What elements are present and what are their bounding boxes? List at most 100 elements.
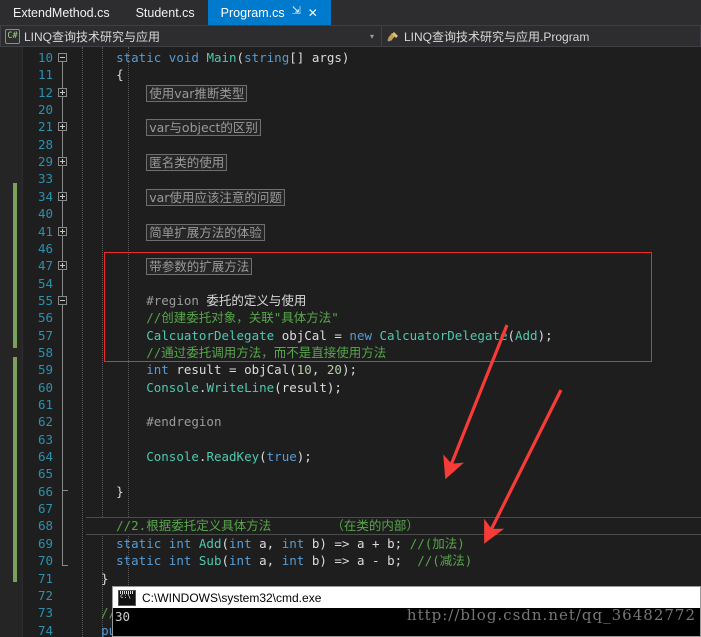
tab-extendmethod[interactable]: ExtendMethod.cs (0, 0, 123, 25)
change-marker (13, 357, 17, 582)
fold-expand-icon[interactable] (58, 157, 67, 167)
collapsed-region-chip[interactable]: 简单扩展方法的体验 (146, 223, 265, 241)
editor-left-margin (0, 47, 23, 637)
line-number: 40 (37, 206, 53, 222)
collapsed-region-line[interactable]: 简单扩展方法的体验 (86, 223, 265, 241)
line-number: 66 (37, 483, 53, 499)
line-number: 41 (37, 223, 53, 239)
line-number: 69 (37, 535, 53, 551)
close-icon[interactable]: ✕ (308, 7, 318, 19)
line-number: 68 (37, 518, 53, 534)
line-number: 62 (37, 414, 53, 430)
line-number: 12 (37, 84, 53, 100)
line-number: 63 (37, 431, 53, 447)
tab-label: Student.cs (135, 5, 195, 20)
code-line[interactable]: { (86, 66, 124, 83)
namespace-dropdown[interactable]: C# LINQ查询技术研究与应用 ▾ (0, 25, 382, 47)
line-number: 70 (37, 553, 53, 569)
pin-icon[interactable]: ⇲ (292, 6, 301, 17)
code-line[interactable]: Console.WriteLine(result); (86, 379, 342, 396)
line-number: 74 (37, 622, 53, 637)
line-number: 20 (37, 102, 53, 118)
code-line[interactable]: int result = objCal(10, 20); (86, 361, 357, 378)
cmd-icon (118, 589, 136, 606)
collapsed-region-chip[interactable]: 匿名类的使用 (146, 154, 228, 172)
line-number-gutter: 10 11 12 20 21 28 29 33 34 40 41 46 47 54 55 56 57 58 59 60… (22, 47, 58, 637)
fold-expand-icon[interactable] (58, 87, 67, 97)
code-line[interactable]: CalcuatorDelegate objCal = new Calcuator… (86, 327, 552, 344)
csharp-icon: C# (5, 28, 20, 44)
chevron-down-icon[interactable]: ▾ (370, 32, 377, 41)
line-number: 72 (37, 587, 53, 603)
line-number: 47 (37, 258, 53, 274)
line-number: 54 (37, 275, 53, 291)
collapsed-region-chip[interactable]: var使用应该注意的问题 (146, 188, 285, 206)
tab-student[interactable]: Student.cs (122, 0, 208, 25)
console-title-text: C:\WINDOWS\system32\cmd.exe (142, 590, 322, 605)
fold-expand-icon[interactable] (58, 226, 67, 236)
collapsed-region-line[interactable]: 使用var推断类型 (86, 84, 248, 102)
type-dropdown[interactable]: LINQ查询技术研究与应用.Program (382, 25, 701, 47)
code-line[interactable]: //2.根据委托定义具体方法 （在类的内部） (86, 517, 419, 534)
namespace-label: LINQ查询技术研究与应用 (24, 29, 161, 44)
line-number: 10 (37, 50, 53, 65)
collapsed-region-chip[interactable]: 带参数的扩展方法 (146, 258, 253, 276)
line-number: 57 (37, 327, 53, 343)
cmd-console-window[interactable]: C:\WINDOWS\system32\cmd.exe 30 (112, 586, 701, 637)
line-number: 56 (37, 310, 53, 326)
tab-label: ExtendMethod.cs (13, 5, 110, 20)
console-output: 30 (113, 608, 700, 636)
collapsed-region-chip[interactable]: var与object的区别 (146, 119, 261, 137)
navigation-bar: C# LINQ查询技术研究与应用 ▾ LINQ查询技术研究与应用.Program (0, 25, 701, 48)
line-number: 11 (37, 67, 53, 83)
line-number: 46 (37, 240, 53, 256)
line-number: 34 (37, 188, 53, 204)
editor-tab-bar: ExtendMethod.cs Student.cs Program.cs ⇲ … (0, 0, 701, 25)
line-number: 61 (37, 397, 53, 412)
line-number: 65 (37, 466, 53, 482)
method-icon (386, 30, 400, 43)
console-title-bar: C:\WINDOWS\system32\cmd.exe (113, 587, 700, 608)
line-number: 73 (37, 605, 53, 621)
collapsed-region-line[interactable]: 匿名类的使用 (86, 153, 228, 172)
line-number: 29 (37, 154, 53, 170)
visual-studio-window: ExtendMethod.cs Student.cs Program.cs ⇲ … (0, 0, 701, 637)
fold-expand-icon[interactable] (58, 261, 67, 271)
code-line[interactable]: static int Sub(int a, int b) => a - b; /… (86, 552, 472, 569)
code-editor[interactable]: 10 11 12 20 21 28 29 33 34 40 41 46 47 54 55 56 57 58 59 60… (0, 47, 701, 637)
code-content[interactable]: static void Main(string[] args) { 使用var推… (86, 47, 701, 637)
collapsed-region-chip[interactable]: 使用var推断类型 (146, 84, 248, 102)
line-number: 55 (37, 292, 53, 308)
code-line[interactable]: #endregion (86, 413, 221, 430)
collapsed-region-line[interactable]: var使用应该注意的问题 (86, 188, 285, 206)
fold-expand-icon[interactable] (58, 191, 67, 201)
fold-collapse-icon[interactable] (58, 295, 67, 305)
code-line[interactable]: //创建委托对象，关联"具体方法" (86, 309, 339, 326)
change-marker (13, 183, 17, 348)
line-number: 33 (37, 171, 53, 187)
tab-label: Program.cs (220, 5, 285, 20)
collapsed-region-line[interactable]: 带参数的扩展方法 (86, 257, 253, 276)
line-number: 60 (37, 379, 53, 395)
line-number: 28 (37, 136, 53, 152)
line-number: 58 (37, 344, 53, 360)
tab-bar-filler (330, 0, 701, 25)
fold-collapse-icon[interactable] (58, 53, 67, 62)
fold-expand-icon[interactable] (58, 122, 67, 132)
fold-column[interactable] (58, 47, 86, 637)
code-line[interactable]: } (86, 570, 109, 587)
line-number: 64 (37, 449, 53, 465)
tab-program[interactable]: Program.cs ⇲ ✕ (207, 0, 331, 25)
line-number: 71 (37, 570, 53, 586)
code-line[interactable]: static void Main(string[] args) (86, 49, 349, 66)
type-label: LINQ查询技术研究与应用.Program (404, 29, 590, 44)
collapsed-region-line[interactable]: var与object的区别 (86, 118, 261, 137)
code-line[interactable]: #region 委托的定义与使用 (86, 292, 306, 309)
code-line[interactable]: Console.ReadKey(true); (86, 448, 312, 465)
line-number: 21 (37, 119, 53, 135)
code-line[interactable]: static int Add(int a, int b) => a + b; /… (86, 535, 465, 552)
code-line[interactable]: } (86, 483, 124, 500)
code-line[interactable]: //通过委托调用方法，而不是直接使用方法 (86, 344, 386, 361)
line-number: 59 (37, 362, 53, 378)
line-number: 67 (37, 501, 53, 517)
